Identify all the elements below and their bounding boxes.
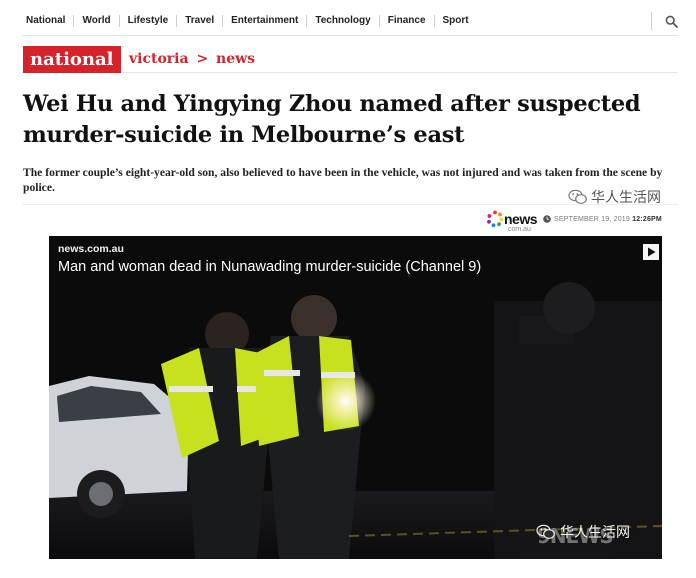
nav-world[interactable]: World [73, 15, 118, 27]
publish-date-day: SEPTEMBER 19, 2019 [554, 215, 630, 223]
nav-national[interactable]: National [24, 15, 73, 27]
search-icon [665, 15, 678, 28]
video-frame-image [49, 236, 662, 559]
nav-travel[interactable]: Travel [176, 15, 222, 27]
news-logo[interactable]: news com.au [486, 210, 538, 233]
nav-lifestyle[interactable]: Lifestyle [118, 15, 177, 27]
video-source: news.com.au [58, 243, 124, 255]
top-nav: National World Lifestyle Travel Entertai… [24, 12, 678, 30]
publish-time: 12:26PM [632, 215, 662, 223]
publish-date: SEPTEMBER 19, 2019 12:26PM [554, 216, 662, 223]
section-header: national victoria > news [22, 44, 678, 73]
watermark-bottom: 华人生活网 [536, 522, 630, 542]
breadcrumb: victoria > news [129, 48, 255, 70]
section-badge[interactable]: national [23, 46, 121, 73]
nav-technology[interactable]: Technology [306, 15, 378, 27]
watermark-bottom-text: 华人生活网 [560, 524, 630, 540]
clock-icon [543, 215, 551, 223]
search-button[interactable] [651, 12, 678, 30]
nav-entertainment[interactable]: Entertainment [222, 15, 306, 27]
nav-divider [22, 35, 678, 36]
nav-sport[interactable]: Sport [433, 15, 477, 27]
play-icon [643, 244, 659, 260]
wechat-icon [536, 524, 555, 539]
breadcrumb-news[interactable]: news [216, 51, 255, 67]
video-title: Man and woman dead in Nunawading murder-… [58, 259, 482, 275]
news-logo-dots-icon [487, 210, 504, 228]
standfirst-divider [22, 204, 678, 205]
breadcrumb-separator: > [196, 51, 209, 67]
video-player[interactable]: news.com.au Man and woman dead in Nunawa… [49, 236, 662, 559]
article-headline: Wei Hu and Yingying Zhou named after sus… [23, 91, 641, 148]
play-button[interactable] [643, 244, 659, 265]
article-byline: news com.au SEPTEMBER 19, 2019 12:26PM [486, 208, 678, 233]
wechat-icon [568, 189, 587, 204]
breadcrumb-victoria[interactable]: victoria [129, 51, 189, 67]
nav-finance[interactable]: Finance [378, 15, 434, 27]
news-logo-sub: com.au [508, 226, 531, 233]
